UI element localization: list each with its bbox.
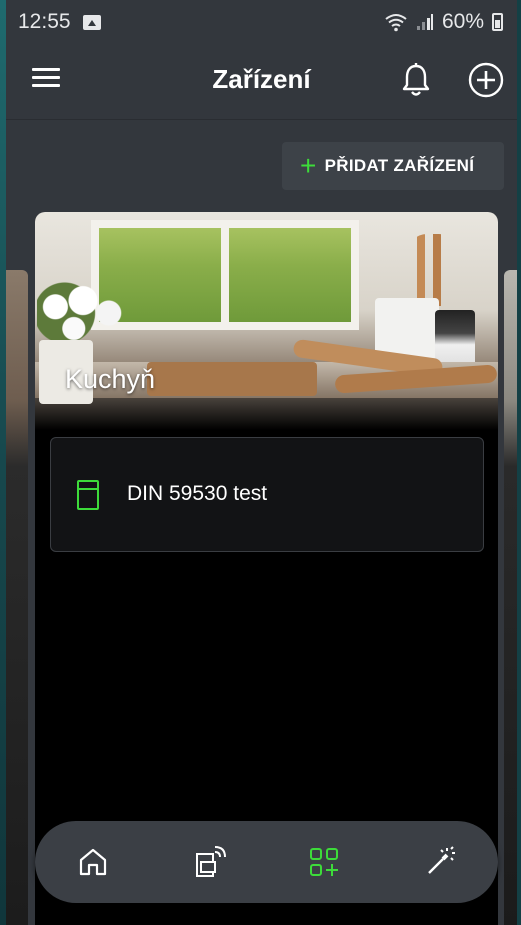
nav-devices[interactable]	[296, 834, 352, 890]
remote-devices-icon	[195, 846, 226, 877]
status-left: 12:55	[18, 10, 101, 34]
grinder-image	[435, 310, 475, 368]
bottom-nav	[35, 821, 498, 903]
status-time: 12:55	[18, 10, 71, 33]
device-name: DIN 59530 test	[127, 482, 268, 505]
add-device-button[interactable]: + PŘIDAT ZAŘÍZENÍ	[282, 142, 504, 190]
status-bar: 12:55 60%	[6, 0, 517, 44]
status-right: 60%	[384, 10, 503, 34]
battery-level: 60%	[441, 10, 484, 33]
nav-home[interactable]	[65, 834, 121, 890]
next-room-card[interactable]	[504, 270, 517, 925]
signal-icon	[416, 14, 433, 30]
kitchen-window-image	[91, 220, 359, 330]
home-icon	[79, 848, 106, 876]
bell-icon[interactable]	[400, 62, 432, 98]
flowers-image	[37, 282, 129, 344]
device-icon	[77, 480, 99, 510]
previous-room-card[interactable]	[6, 270, 28, 925]
room-card: Kuchyň DIN 59530 test	[35, 212, 498, 925]
gallery-icon	[82, 14, 101, 30]
device-item[interactable]: DIN 59530 test	[50, 437, 484, 552]
add-device-grid-icon	[310, 848, 339, 876]
nav-scenes[interactable]	[412, 834, 468, 890]
add-circle-icon[interactable]	[468, 62, 504, 98]
app-screen: 12:55 60% Zařízení + PŘIDAT ZAŘÍZENÍ Kuc…	[6, 0, 517, 925]
magic-wand-icon	[428, 846, 456, 874]
add-device-label: PŘIDAT ZAŘÍZENÍ	[324, 156, 475, 175]
room-title: Kuchyň	[65, 364, 156, 394]
wooden-spoons-image	[407, 234, 459, 306]
device-frame-right	[517, 0, 521, 925]
nav-remote-devices[interactable]	[181, 834, 237, 890]
app-header: Zařízení	[6, 44, 517, 120]
battery-icon	[492, 13, 503, 31]
room-image: Kuchyň	[35, 212, 498, 430]
page-title: Zařízení	[212, 64, 311, 94]
cutting-board-image	[147, 362, 317, 396]
wifi-icon	[385, 14, 407, 32]
plus-icon: +	[300, 150, 317, 181]
